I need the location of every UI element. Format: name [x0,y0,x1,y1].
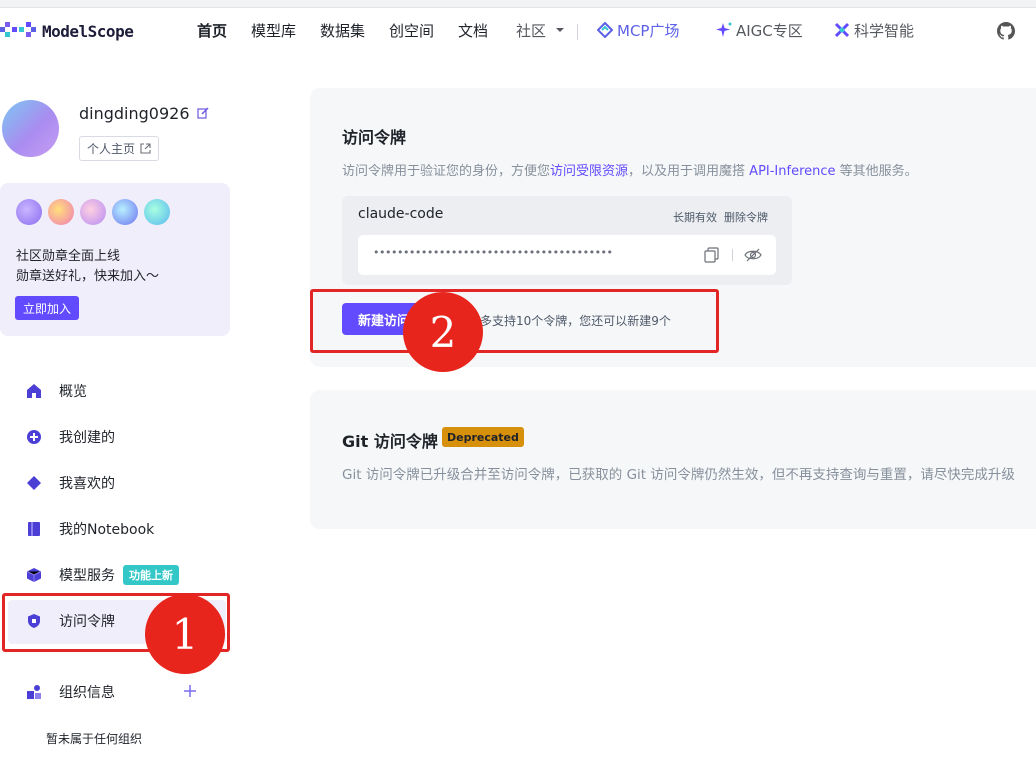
promo-line-1: 社区勋章全面上线 [16,249,121,264]
modelscope-logo[interactable]: ModelScope [0,20,134,42]
desc-text: 等其他服务。 [835,164,918,179]
join-now-button[interactable]: 立即加入 [15,296,80,320]
restricted-resources-link[interactable]: 访问受限资源 [550,164,628,179]
nav-science-label: 科学智能 [854,22,915,40]
git-token-desc: Git 访问令牌已升级合并至访问令牌，已获取的 Git 访问令牌仍然生效，但不再… [342,467,1015,483]
sidebar-item-label: 组织信息 [59,685,115,701]
sidebar-item-label: 我喜欢的 [59,476,115,492]
github-icon[interactable] [997,22,1015,40]
avatar[interactable] [2,100,59,157]
new-feature-tag: 功能上新 [123,565,179,585]
nav-community[interactable]: 社区 [516,20,565,41]
token-name: claude-code [358,206,444,222]
sidebar-item-created[interactable]: 我创建的 [26,425,115,449]
token-validity: 长期有效 [673,211,717,224]
sidebar-item-label: 模型服务 [59,568,115,584]
field-separator [732,249,733,261]
nav-science[interactable]: 科学智能 [834,20,914,41]
sidebar-item-label: 概览 [59,384,87,400]
badge-icon [16,199,42,225]
sidebar-item-label: 我的Notebook [59,522,155,538]
nav-datasets[interactable]: 数据集 [320,20,365,41]
eye-off-icon[interactable] [744,247,762,263]
cube-icon [26,568,42,582]
badge-icon [80,199,106,225]
access-token-title: 访问令牌 [342,128,407,147]
nav-aigc[interactable]: AIGC专区 [716,20,803,41]
org-icon [27,685,41,699]
notebook-icon [28,522,40,536]
nav-aigc-label: AIGC专区 [736,22,803,40]
sidebar-item-overview[interactable]: 概览 [26,379,87,403]
modelscope-logo-icon [0,22,36,37]
badge-icon [48,199,74,225]
sidebar-item-org-info[interactable]: 组织信息 [26,680,115,704]
plus-circle-icon [27,430,41,444]
nav-mcp[interactable]: MCP广场 [597,20,679,41]
home-icon [27,384,41,398]
diamond-icon [27,476,41,490]
token-meta: 长期有效 删除令牌 [673,209,768,225]
badge-icon [112,199,138,225]
caret-down-icon [555,28,564,32]
masked-token-value: •••••••••••••••••••••••••••••••••••••••• [373,246,613,259]
add-org-icon[interactable] [182,683,198,699]
badge-icon [144,199,170,225]
nav-home[interactable]: 首页 [197,20,227,41]
promo-line-2: 勋章送好礼，快来加入～ [16,269,160,284]
api-inference-link[interactable]: API-Inference [749,164,835,179]
mcp-icon [597,22,613,38]
sidebar-item-liked[interactable]: 我喜欢的 [26,471,115,495]
badge-row [16,199,170,225]
sidebar-item-notebook[interactable]: 我的Notebook [26,517,154,541]
edit-icon[interactable] [197,107,209,119]
step-marker-1: 1 [145,594,225,674]
nav-divider [577,24,578,40]
deprecated-tag: Deprecated [442,427,524,447]
sparkle-icon [716,22,732,37]
sidebar-item-model-service[interactable]: 模型服务 功能上新 [26,563,179,587]
external-link-icon [140,143,151,154]
step-marker-2: 2 [403,292,483,372]
delete-token-link[interactable]: 删除令牌 [724,211,768,224]
science-icon [834,22,850,38]
personal-home-label: 个人主页 [87,142,136,156]
personal-home-button[interactable]: 个人主页 [79,136,160,161]
git-token-card [310,390,1036,529]
no-org-note: 暂未属于任何组织 [46,732,143,746]
desc-text: ，以及用于调用魔搭 [628,164,750,179]
highlight-box-new-button [310,289,719,353]
nav-studios[interactable]: 创空间 [389,20,434,41]
access-token-desc: 访问令牌用于验证您的身份，方便您访问受限资源，以及用于调用魔搭 API-Infe… [342,160,918,179]
username: dingding0926 [79,104,190,123]
browser-top-strip [0,0,1036,8]
sidebar-item-label: 我创建的 [59,430,115,446]
git-token-title: Git 访问令牌 [342,432,438,451]
desc-text: 访问令牌用于验证您的身份，方便您 [342,164,551,179]
nav-mcp-label: MCP广场 [617,22,680,40]
nav-community-label: 社区 [516,22,547,40]
brand-name: ModelScope [42,21,134,41]
nav-models[interactable]: 模型库 [251,20,296,41]
nav-docs[interactable]: 文档 [458,20,488,41]
copy-icon[interactable] [704,247,719,263]
